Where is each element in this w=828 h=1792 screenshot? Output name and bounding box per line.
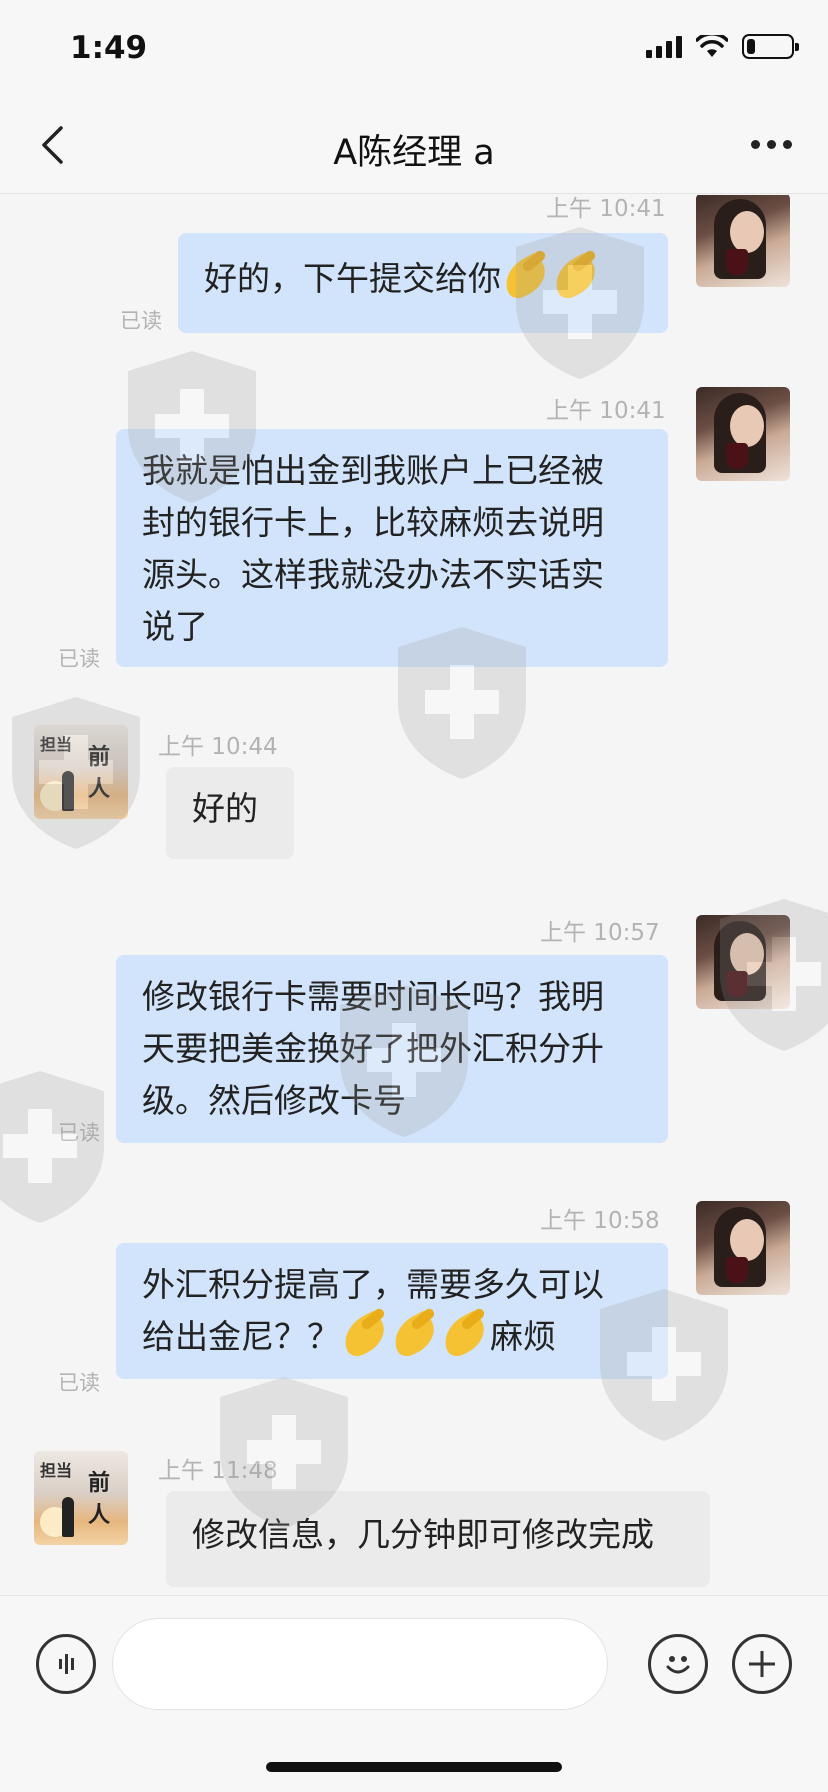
message-bubble[interactable]: 外汇积分提高了，需要多久可以 给出金尼？？ 麻烦 xyxy=(116,1243,668,1379)
pray-emoji-icon xyxy=(440,1312,490,1356)
emoji-icon xyxy=(666,1656,690,1674)
shield-watermark-icon xyxy=(720,899,828,1051)
message-line: 外汇积分提高了，需要多久可以 xyxy=(142,1265,604,1304)
avatar-me[interactable] xyxy=(696,387,790,481)
message-text: 麻烦 xyxy=(490,1317,556,1356)
message-line: 源头。这样我就没办法不实话实 xyxy=(142,555,604,594)
avatar-me[interactable] xyxy=(696,195,790,287)
signal-icon xyxy=(646,35,682,58)
battery-level xyxy=(747,39,756,54)
home-indicator xyxy=(266,1762,562,1772)
message-text: 好的，下午提交给你 xyxy=(204,259,501,298)
message-text: 给出金尼？？ xyxy=(142,1317,340,1356)
more-icon xyxy=(750,139,760,149)
voice-icon xyxy=(59,1654,74,1674)
message-timestamp: 上午 10:41 xyxy=(546,398,666,424)
shield-watermark-icon xyxy=(220,1377,348,1529)
voice-button[interactable] xyxy=(36,1634,96,1694)
message-timestamp: 上午 10:58 xyxy=(540,1208,660,1234)
message-text: 好的 xyxy=(192,789,258,828)
message-timestamp: 上午 10:57 xyxy=(540,920,660,946)
read-status: 已读 xyxy=(58,647,100,671)
shield-watermark-icon xyxy=(398,627,526,779)
chat-title: A陈经理 a xyxy=(333,133,495,173)
message-bubble[interactable]: 好的 xyxy=(166,767,294,859)
plus-button[interactable] xyxy=(732,1634,792,1694)
message-timestamp: 上午 10:44 xyxy=(158,734,278,760)
more-button[interactable] xyxy=(744,124,798,164)
avatar-me[interactable] xyxy=(696,1201,790,1295)
nav-bar: A陈经理 a xyxy=(0,96,828,194)
shield-watermark-icon xyxy=(516,227,644,379)
wifi-icon xyxy=(696,34,728,57)
message-timestamp: 上午 10:41 xyxy=(546,196,666,222)
emoji-button[interactable] xyxy=(648,1634,708,1694)
battery-icon xyxy=(742,34,799,59)
pray-emoji-icon xyxy=(390,1312,440,1356)
shield-watermark-icon xyxy=(0,1071,104,1223)
avatar-other[interactable]: 担当 前人 xyxy=(34,1451,128,1545)
message-input[interactable] xyxy=(112,1618,608,1710)
avatar-text: 担当 xyxy=(40,1461,73,1480)
avatar-text: 前人 xyxy=(88,1471,111,1528)
message-line-2: 给出金尼？？ 麻烦 xyxy=(142,1311,642,1363)
status-bar: 1:49 xyxy=(0,0,828,96)
shield-watermark-icon xyxy=(128,351,256,503)
shield-watermark-icon xyxy=(340,985,468,1137)
shield-watermark-icon xyxy=(600,1289,728,1441)
plus-icon xyxy=(749,1651,775,1677)
read-status: 已读 xyxy=(58,1371,100,1395)
shield-watermark-icon xyxy=(12,697,140,849)
status-time: 1:49 xyxy=(70,30,148,66)
status-icons xyxy=(646,34,799,59)
chat-area[interactable]: 上午 10:41 好的，下午提交给你 已读 上午 10:41 我就是怕出金到我账… xyxy=(0,195,828,1595)
pray-emoji-icon xyxy=(340,1312,390,1356)
read-status: 已读 xyxy=(120,309,162,333)
